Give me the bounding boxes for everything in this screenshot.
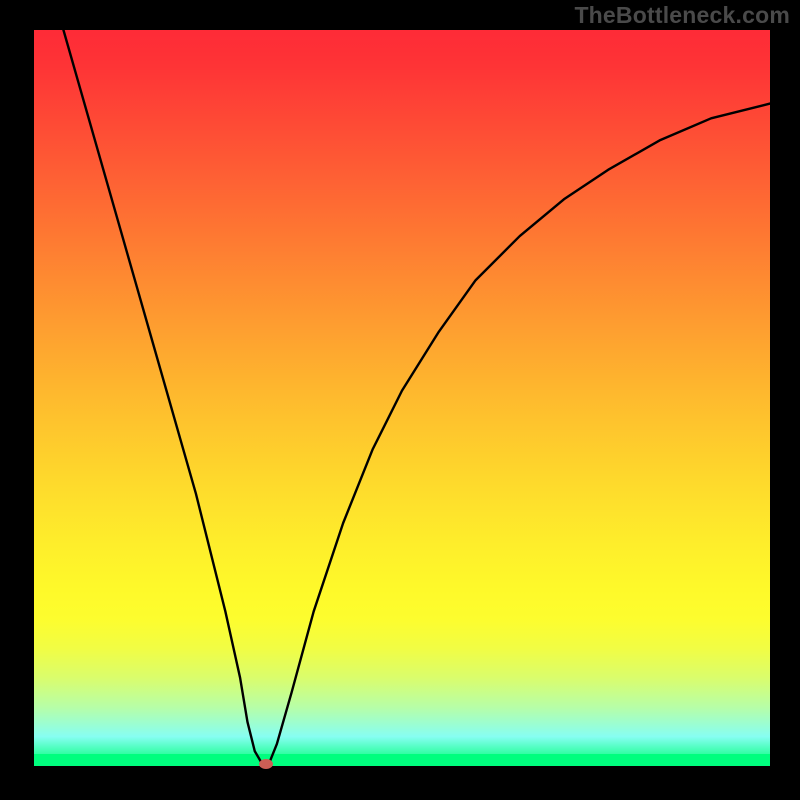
bottleneck-curve — [34, 30, 770, 766]
chart-stage: TheBottleneck.com — [0, 0, 800, 800]
vertex-marker — [259, 759, 273, 769]
watermark-text: TheBottleneck.com — [574, 2, 790, 29]
plot-area — [34, 30, 770, 766]
